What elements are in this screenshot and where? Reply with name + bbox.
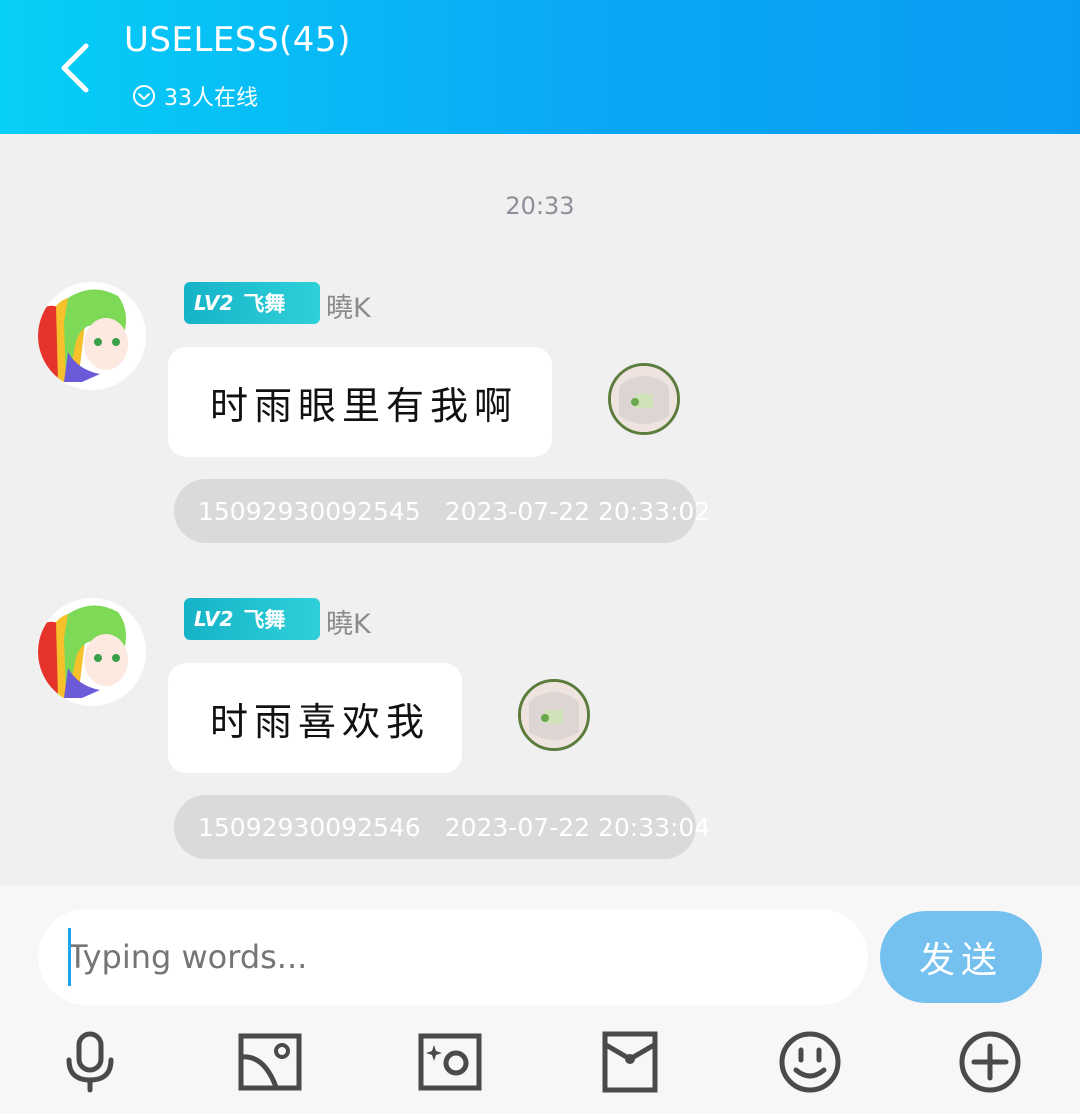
online-count[interactable]: 33人在线 (132, 80, 258, 112)
chat-header: USELESS(45) 33人在线 (0, 0, 1080, 134)
image-icon (238, 1033, 302, 1091)
message-bubble[interactable]: 时雨喜欢我 (168, 663, 462, 773)
microphone-button[interactable] (54, 1026, 126, 1098)
message-list[interactable]: 20:33 LV2 飞舞 曉K 时雨眼里有我啊 15092930092545 2… (0, 134, 1080, 886)
message-meta: 15092930092546 2023-07-22 20:33:04 (174, 795, 710, 859)
camera-button[interactable] (414, 1026, 486, 1098)
message-input[interactable] (38, 909, 868, 1005)
emoji-icon (779, 1031, 841, 1093)
plus-button[interactable] (954, 1026, 1026, 1098)
avatar[interactable] (38, 598, 146, 706)
message-text: 时雨喜欢我 (210, 699, 431, 744)
microphone-icon (66, 1031, 114, 1093)
level-badge: LV2 飞舞 (184, 598, 320, 640)
message-datetime: 2023-07-22 20:33:02 (444, 496, 711, 526)
message-id: 15092930092545 (198, 496, 421, 526)
avatar[interactable] (38, 282, 146, 390)
plus-icon (959, 1031, 1021, 1093)
chevron-left-icon (61, 43, 89, 93)
chevron-down-circle-icon (133, 85, 155, 107)
badge-title: 飞舞 (243, 292, 286, 316)
message-text: 时雨眼里有我啊 (210, 383, 519, 428)
sender-nickname[interactable]: 曉K (326, 602, 371, 641)
level-badge: LV2 飞舞 (184, 282, 320, 324)
emoji-button[interactable] (774, 1026, 846, 1098)
send-button[interactable]: 发送 (880, 911, 1042, 1003)
text-caret (68, 928, 71, 986)
badge-level: LV2 (194, 291, 234, 315)
image-button[interactable] (234, 1026, 306, 1098)
message-id: 15092930092546 (198, 812, 421, 842)
message-meta: 15092930092545 2023-07-22 20:33:02 (174, 479, 710, 543)
badge-level: LV2 (194, 607, 234, 631)
message-datetime: 2023-07-22 20:33:04 (444, 812, 711, 842)
red-packet-icon (602, 1031, 658, 1093)
back-button[interactable] (52, 38, 100, 98)
camera-icon (418, 1033, 482, 1091)
composer: 发送 (0, 886, 1080, 1114)
group-title[interactable]: USELESS(45) (124, 20, 351, 60)
sender-nickname[interactable]: 曉K (326, 286, 371, 325)
badge-title: 飞舞 (243, 608, 286, 632)
message-bubble[interactable]: 时雨眼里有我啊 (168, 347, 552, 457)
online-count-label: 33人在线 (164, 86, 258, 111)
red-packet-button[interactable] (594, 1026, 666, 1098)
time-divider: 20:33 (505, 192, 575, 220)
reaction-avatar[interactable] (608, 363, 680, 435)
reaction-avatar[interactable] (518, 679, 590, 751)
